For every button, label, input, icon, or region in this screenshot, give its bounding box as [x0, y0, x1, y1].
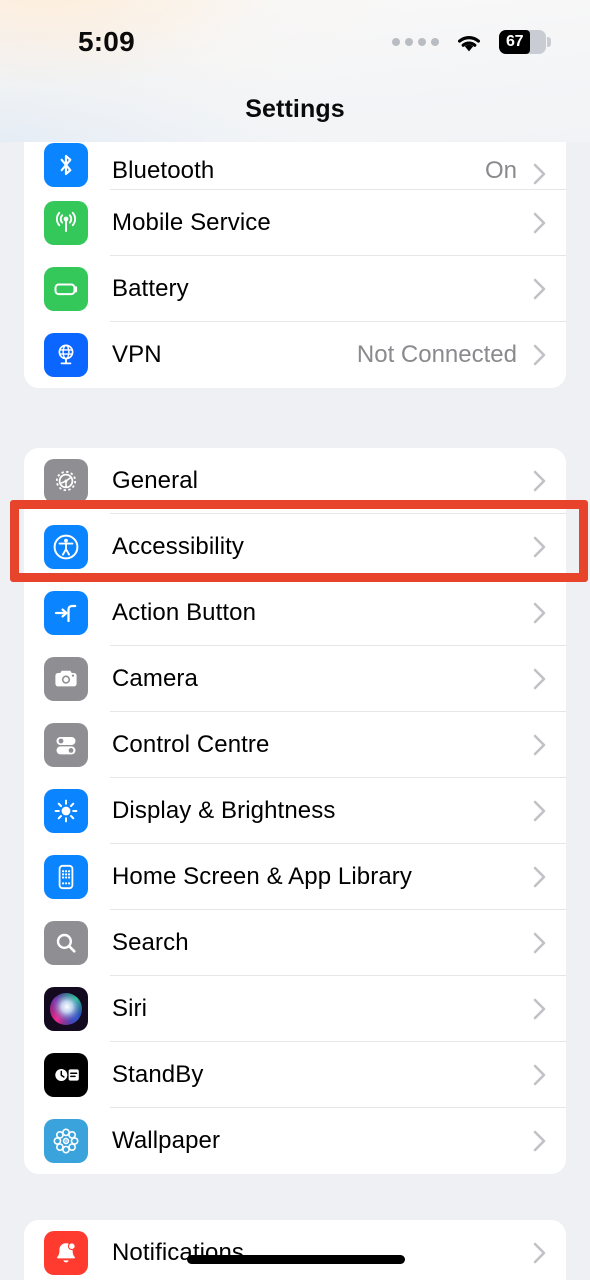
settings-row-label: Siri: [112, 995, 148, 1022]
chevron-right-icon: [533, 1130, 546, 1152]
settings-list[interactable]: Bluetooth On Mobile Service Battery VPN …: [0, 142, 590, 1280]
navigation-header: 5:09 67 Settings: [0, 0, 590, 142]
page-title: Settings: [245, 95, 345, 123]
chevron-right-icon: [533, 734, 546, 756]
settings-row-control-centre[interactable]: Control Centre: [24, 712, 566, 778]
settings-row-label: Action Button: [112, 599, 257, 626]
chevron-right-icon: [533, 470, 546, 492]
settings-row-display-brightness[interactable]: Display & Brightness: [24, 778, 566, 844]
chevron-right-icon: [533, 998, 546, 1020]
settings-row-label: General: [112, 467, 199, 494]
wallpaper-flower-icon: [44, 1119, 88, 1163]
settings-row-mobile-service[interactable]: Mobile Service: [24, 190, 566, 256]
settings-screen: Bluetooth On Mobile Service Battery VPN …: [0, 0, 590, 1280]
globe-vpn-icon: [44, 333, 88, 377]
gear-icon: [44, 459, 88, 503]
settings-row-label: Accessibility: [112, 533, 244, 560]
settings-row-bluetooth[interactable]: Bluetooth On: [24, 142, 566, 190]
battery-icon: [44, 267, 88, 311]
settings-row-general[interactable]: General: [24, 448, 566, 514]
chevron-right-icon: [533, 1064, 546, 1086]
settings-row-label: Camera: [112, 665, 198, 692]
accessibility-icon: [44, 525, 88, 569]
chevron-right-icon: [533, 866, 546, 888]
settings-row-label: Mobile Service: [112, 209, 271, 236]
status-time: 5:09: [78, 26, 135, 57]
chevron-right-icon: [533, 602, 546, 624]
siri-orb-icon: [44, 987, 88, 1031]
settings-row-siri[interactable]: Siri: [24, 976, 566, 1042]
chevron-right-icon: [533, 800, 546, 822]
settings-row-label: VPN: [112, 341, 162, 368]
status-bar: 5:09 67: [0, 0, 590, 78]
settings-row-label: Wallpaper: [112, 1127, 221, 1154]
chevron-right-icon: [533, 932, 546, 954]
control-centre-icon: [44, 723, 88, 767]
settings-row-standby[interactable]: StandBy: [24, 1042, 566, 1108]
status-indicators: 67: [392, 24, 551, 54]
settings-row-battery[interactable]: Battery: [24, 256, 566, 322]
settings-row-label: StandBy: [112, 1061, 204, 1088]
settings-group-system: General Accessibility Action Button Came…: [24, 448, 566, 1174]
battery-tip: [547, 37, 551, 47]
home-indicator[interactable]: [187, 1255, 405, 1264]
settings-row-label: Display & Brightness: [112, 797, 336, 824]
chevron-right-icon: [533, 536, 546, 558]
standby-icon: [44, 1053, 88, 1097]
settings-row-value: On: [484, 157, 517, 184]
cellular-antenna-icon: [44, 201, 88, 245]
chevron-right-icon: [533, 668, 546, 690]
camera-icon: [44, 657, 88, 701]
notifications-bell-icon: [44, 1231, 88, 1275]
settings-row-action-button[interactable]: Action Button: [24, 580, 566, 646]
wifi-icon: [458, 35, 480, 51]
settings-row-value: Not Connected: [356, 341, 517, 368]
chevron-right-icon: [533, 1242, 546, 1264]
action-button-icon: [44, 591, 88, 635]
settings-group-connectivity: Bluetooth On Mobile Service Battery VPN …: [24, 142, 566, 388]
chevron-right-icon: [533, 212, 546, 234]
settings-group-notifications: Notifications: [24, 1220, 566, 1280]
search-icon: [44, 921, 88, 965]
brightness-sun-icon: [44, 789, 88, 833]
signal-dots-icon: [392, 38, 439, 46]
settings-row-home-screen[interactable]: Home Screen & App Library: [24, 844, 566, 910]
settings-row-notifications[interactable]: Notifications: [24, 1220, 566, 1280]
settings-row-vpn[interactable]: VPN Not Connected: [24, 322, 566, 388]
home-screen-icon: [44, 855, 88, 899]
battery-percent: 67: [506, 33, 524, 50]
battery-icon: 67: [499, 30, 551, 54]
settings-row-camera[interactable]: Camera: [24, 646, 566, 712]
settings-row-label: Search: [112, 929, 189, 956]
settings-row-label: Bluetooth: [112, 157, 215, 184]
settings-row-wallpaper[interactable]: Wallpaper: [24, 1108, 566, 1174]
bluetooth-icon: [44, 143, 88, 187]
settings-row-label: Home Screen & App Library: [112, 863, 412, 890]
chevron-right-icon: [533, 344, 546, 366]
settings-row-search[interactable]: Search: [24, 910, 566, 976]
settings-row-label: Control Centre: [112, 731, 270, 758]
chevron-right-icon: [533, 163, 546, 185]
settings-row-label: Battery: [112, 275, 189, 302]
settings-row-accessibility[interactable]: Accessibility: [24, 514, 566, 580]
chevron-right-icon: [533, 278, 546, 300]
